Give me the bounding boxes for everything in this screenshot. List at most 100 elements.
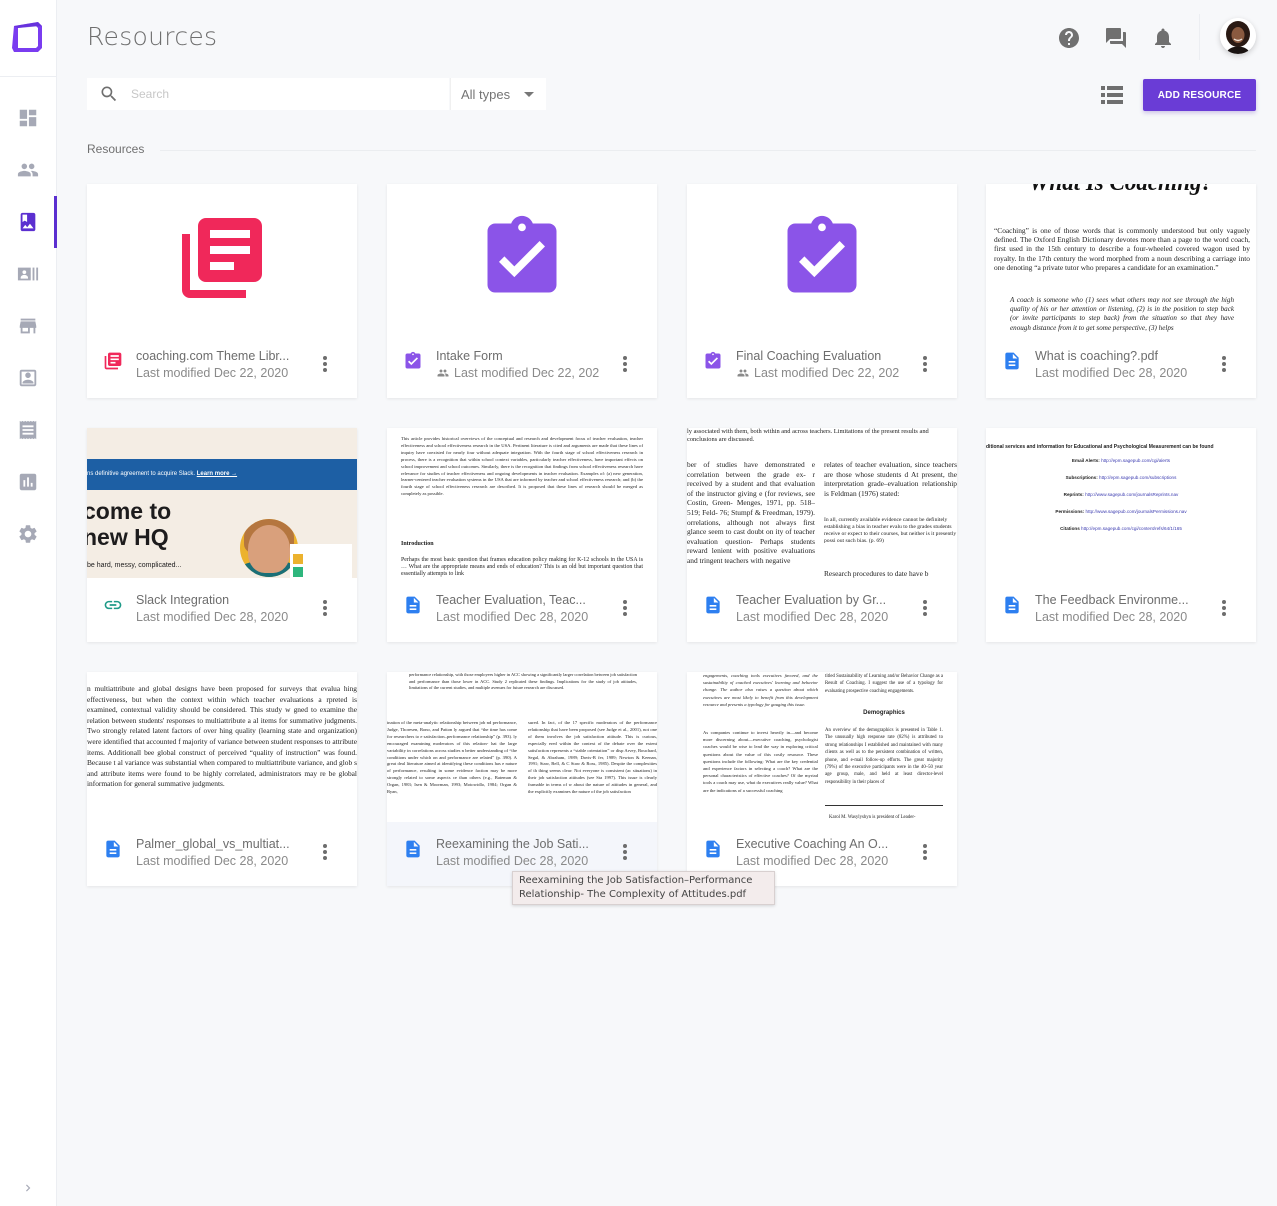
card-meta: Last modified Dec 28, 2020	[1035, 610, 1188, 624]
type-filter-value: All types	[461, 86, 511, 102]
card-preview: performance relationship, with those emp…	[387, 672, 657, 822]
sidebar-item-settings[interactable]	[0, 508, 56, 560]
resource-card[interactable]: Final Coaching Evaluation Last modified …	[687, 184, 957, 398]
card-footer: What is coaching?.pdf Last modified Dec …	[986, 334, 1256, 398]
card-preview: What Is Coaching? “Coaching” is one of t…	[986, 184, 1256, 334]
sidebar-item-contacts[interactable]	[0, 248, 56, 300]
more-options-button[interactable]	[919, 598, 931, 618]
card-footer: Final Coaching Evaluation Last modified …	[687, 334, 957, 398]
notifications-button[interactable]	[1150, 25, 1176, 51]
resource-card[interactable]: coaching.com Theme Libr... Last modified…	[87, 184, 357, 398]
photo-album-icon	[20, 212, 36, 232]
search-input[interactable]	[131, 87, 431, 101]
card-meta: Last modified Dec 22, 202	[736, 366, 904, 380]
caret-down-icon	[524, 91, 535, 97]
app-logo[interactable]	[10, 20, 44, 54]
card-meta: Last modified Dec 28, 2020	[736, 610, 889, 624]
sidebar-item-store[interactable]	[0, 300, 56, 352]
more-vert-icon	[323, 844, 327, 848]
card-preview: engagements, coaching tools executives f…	[687, 672, 957, 822]
assignment-turned-in-icon	[787, 215, 857, 293]
pdf-link-row: Permissions: http://www.sagepub.com/jour…	[1055, 509, 1187, 514]
card-meta: Last modified Dec 22, 2020	[136, 366, 289, 380]
add-resource-button[interactable]: ADD RESOURCE	[1143, 79, 1256, 111]
divider	[1199, 14, 1200, 60]
more-options-button[interactable]	[619, 598, 631, 618]
document-icon	[1005, 596, 1019, 614]
more-vert-icon	[323, 356, 327, 360]
card-title[interactable]: Teacher Evaluation by Gr...	[736, 593, 906, 607]
document-icon	[706, 840, 720, 858]
resource-card[interactable]: ditional services and information for Ed…	[986, 428, 1256, 642]
more-vert-icon	[923, 844, 927, 848]
card-title[interactable]: coaching.com Theme Libr...	[136, 349, 306, 363]
card-preview: ns definitive agreement to acquire Slack…	[87, 428, 357, 578]
more-options-button[interactable]	[319, 842, 331, 862]
card-footer: Palmer_global_vs_multiat... Last modifie…	[87, 822, 357, 886]
sidebar-item-clients[interactable]	[0, 144, 56, 196]
contact-cards-icon	[17, 267, 39, 281]
assignment-turned-in-icon	[705, 351, 721, 369]
shared-people-icon	[737, 369, 749, 377]
more-options-button[interactable]	[319, 354, 331, 374]
more-vert-icon	[623, 600, 627, 604]
more-options-button[interactable]	[619, 842, 631, 862]
type-filter-select[interactable]: All types	[450, 78, 546, 110]
resource-card[interactable]: This article provides historical overvie…	[387, 428, 657, 642]
card-title[interactable]: Reexamining the Job Sati...	[436, 837, 606, 851]
card-footer: Teacher Evaluation, Teac... Last modifie…	[387, 578, 657, 642]
avatar[interactable]	[1220, 18, 1256, 54]
card-title[interactable]: Slack Integration	[136, 593, 306, 607]
resource-card[interactable]: n multiattribute and global designs have…	[87, 672, 357, 886]
sidebar-item-receipts[interactable]	[0, 404, 56, 456]
card-title[interactable]: The Feedback Environme...	[1035, 593, 1205, 607]
resource-card[interactable]: ly associated with them, both within and…	[687, 428, 957, 642]
notifications-icon	[1155, 28, 1171, 48]
card-preview: ly associated with them, both within and…	[687, 428, 957, 578]
messages-button[interactable]	[1103, 25, 1129, 51]
sidebar-item-dashboard[interactable]	[0, 92, 56, 144]
more-vert-icon	[623, 844, 627, 848]
resource-card[interactable]: engagements, coaching tools executives f…	[687, 672, 957, 886]
card-title[interactable]: Intake Form	[436, 349, 606, 363]
more-options-button[interactable]	[919, 354, 931, 374]
card-footer: Slack Integration Last modified Dec 28, …	[87, 578, 357, 642]
more-vert-icon	[1222, 600, 1226, 604]
resource-card[interactable]: ns definitive agreement to acquire Slack…	[87, 428, 357, 642]
document-icon	[406, 596, 420, 614]
resource-card[interactable]: What Is Coaching? “Coaching” is one of t…	[986, 184, 1256, 398]
card-title[interactable]: Teacher Evaluation, Teac...	[436, 593, 606, 607]
card-title[interactable]: Final Coaching Evaluation	[736, 349, 906, 363]
sidebar-item-reports[interactable]	[0, 456, 56, 508]
more-options-button[interactable]	[319, 598, 331, 618]
help-button[interactable]	[1056, 25, 1082, 51]
receipt-icon	[19, 420, 37, 440]
card-title[interactable]: Palmer_global_vs_multiat...	[136, 837, 306, 851]
page-title: Resources	[87, 22, 218, 51]
card-preview: n multiattribute and global designs have…	[87, 672, 357, 822]
card-title[interactable]: What is coaching?.pdf	[1035, 349, 1205, 363]
more-options-button[interactable]	[619, 354, 631, 374]
sidebar-item-resources[interactable]	[0, 196, 57, 248]
gear-icon	[19, 525, 37, 543]
resource-card[interactable]: Intake Form Last modified Dec 22, 202	[387, 184, 657, 398]
more-options-button[interactable]	[919, 842, 931, 862]
help-icon	[1059, 28, 1079, 48]
pdf-link-row: Email Alerts: http://epm.sagepub.com/cgi…	[1071, 458, 1171, 463]
pdf-link-row: Reprints: http://www.sagepub.com/journal…	[1063, 492, 1179, 497]
more-options-button[interactable]	[1218, 354, 1230, 374]
expand-sidebar-button[interactable]	[18, 1178, 38, 1198]
document-icon	[406, 840, 420, 858]
link-icon	[104, 600, 122, 610]
list-view-toggle[interactable]	[1101, 85, 1123, 105]
list-view-icon	[1101, 86, 1123, 104]
pdf-preview: engagements, coaching tools executives f…	[687, 672, 957, 822]
resource-card[interactable]: performance relationship, with those emp…	[387, 672, 657, 886]
more-vert-icon	[1222, 356, 1226, 360]
more-vert-icon	[623, 356, 627, 360]
pdf-link-row: Subscriptions: http://epm.sagepub.com/su…	[1065, 475, 1177, 480]
pdf-preview: ly associated with them, both within and…	[687, 428, 957, 578]
card-title[interactable]: Executive Coaching An O...	[736, 837, 906, 851]
more-options-button[interactable]	[1218, 598, 1230, 618]
sidebar-item-profile[interactable]	[0, 352, 56, 404]
